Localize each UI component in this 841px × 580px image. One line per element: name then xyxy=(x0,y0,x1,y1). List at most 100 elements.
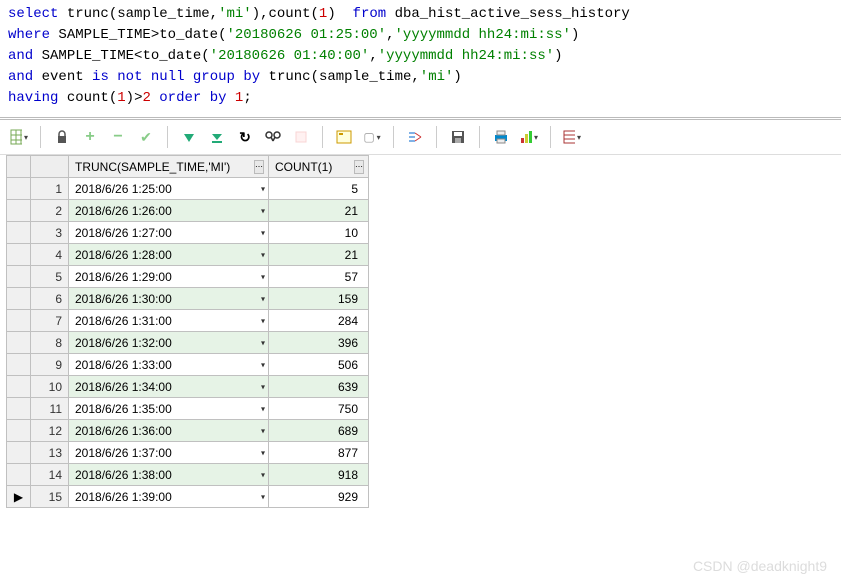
column-menu-icon[interactable]: ⋯ xyxy=(254,160,264,174)
cell-dropdown-icon[interactable]: ▾ xyxy=(261,492,265,501)
table-row[interactable]: 92018/6/26 1:33:00▾506 xyxy=(7,354,369,376)
sql-editor[interactable]: select trunc(sample_time,'mi'),count(1) … xyxy=(0,0,841,113)
row-number: 3 xyxy=(31,222,69,244)
row-indicator xyxy=(7,266,31,288)
cell-count[interactable]: 506 xyxy=(269,354,369,376)
cell-dropdown-icon[interactable]: ▾ xyxy=(261,184,265,193)
post-edit-icon[interactable]: ✔ xyxy=(137,128,155,146)
cell-dropdown-icon[interactable]: ▾ xyxy=(261,272,265,281)
cell-count[interactable]: 21 xyxy=(269,200,369,222)
save-icon[interactable] xyxy=(449,128,467,146)
row-indicator xyxy=(7,200,31,222)
cell-time[interactable]: 2018/6/26 1:27:00▾ xyxy=(69,222,269,244)
results-toolbar: ▾ + − ✔ ↻ ▢▾ ▾ ▾ xyxy=(0,122,841,155)
grid-body: 12018/6/26 1:25:00▾522018/6/26 1:26:00▾2… xyxy=(7,178,369,508)
cell-time[interactable]: 2018/6/26 1:33:00▾ xyxy=(69,354,269,376)
cell-time[interactable]: 2018/6/26 1:30:00▾ xyxy=(69,288,269,310)
cell-time[interactable]: 2018/6/26 1:37:00▾ xyxy=(69,442,269,464)
row-indicator xyxy=(7,354,31,376)
cell-count[interactable]: 57 xyxy=(269,266,369,288)
table-row[interactable]: 132018/6/26 1:37:00▾877 xyxy=(7,442,369,464)
table-row[interactable]: 82018/6/26 1:32:00▾396 xyxy=(7,332,369,354)
table-row[interactable]: 122018/6/26 1:36:00▾689 xyxy=(7,420,369,442)
table-row[interactable]: 72018/6/26 1:31:00▾284 xyxy=(7,310,369,332)
table-row[interactable]: 62018/6/26 1:30:00▾159 xyxy=(7,288,369,310)
table-row[interactable]: 42018/6/26 1:28:00▾21 xyxy=(7,244,369,266)
export-icon[interactable]: ▾ xyxy=(563,128,581,146)
cell-time[interactable]: 2018/6/26 1:34:00▾ xyxy=(69,376,269,398)
row-indicator xyxy=(7,442,31,464)
table-row[interactable]: 22018/6/26 1:26:00▾21 xyxy=(7,200,369,222)
clear-filter-icon[interactable] xyxy=(292,128,310,146)
table-row[interactable]: ▶152018/6/26 1:39:00▾929 xyxy=(7,486,369,508)
cell-count[interactable]: 396 xyxy=(269,332,369,354)
row-number: 14 xyxy=(31,464,69,486)
column-header-count[interactable]: COUNT(1) ⋯ xyxy=(269,156,369,178)
table-row[interactable]: 32018/6/26 1:27:00▾10 xyxy=(7,222,369,244)
cell-count[interactable]: 21 xyxy=(269,244,369,266)
table-row[interactable]: 102018/6/26 1:34:00▾639 xyxy=(7,376,369,398)
cell-dropdown-icon[interactable]: ▾ xyxy=(261,228,265,237)
table-row[interactable]: 52018/6/26 1:29:00▾57 xyxy=(7,266,369,288)
row-number: 13 xyxy=(31,442,69,464)
cell-count[interactable]: 918 xyxy=(269,464,369,486)
column-menu-icon[interactable]: ⋯ xyxy=(354,160,364,174)
cell-dropdown-icon[interactable]: ▾ xyxy=(261,338,265,347)
cell-time[interactable]: 2018/6/26 1:38:00▾ xyxy=(69,464,269,486)
cell-dropdown-icon[interactable]: ▾ xyxy=(261,206,265,215)
cell-count[interactable]: 689 xyxy=(269,420,369,442)
chart-icon[interactable]: ▾ xyxy=(520,128,538,146)
cell-dropdown-icon[interactable]: ▾ xyxy=(261,404,265,413)
row-indicator xyxy=(7,398,31,420)
grid-corner xyxy=(7,156,31,178)
cell-time[interactable]: 2018/6/26 1:31:00▾ xyxy=(69,310,269,332)
row-number: 6 xyxy=(31,288,69,310)
cell-count[interactable]: 877 xyxy=(269,442,369,464)
add-row-icon[interactable]: + xyxy=(81,128,99,146)
cell-time[interactable]: 2018/6/26 1:28:00▾ xyxy=(69,244,269,266)
cell-dropdown-icon[interactable]: ▾ xyxy=(261,448,265,457)
row-number: 9 xyxy=(31,354,69,376)
table-row[interactable]: 12018/6/26 1:25:00▾5 xyxy=(7,178,369,200)
table-row[interactable]: 142018/6/26 1:38:00▾918 xyxy=(7,464,369,486)
grid-options-icon[interactable]: ▾ xyxy=(10,128,28,146)
cell-count[interactable]: 10 xyxy=(269,222,369,244)
cell-dropdown-icon[interactable]: ▾ xyxy=(261,470,265,479)
cell-count[interactable]: 5 xyxy=(269,178,369,200)
column-header-trunc[interactable]: TRUNC(SAMPLE_TIME,'MI') ⋯ xyxy=(69,156,269,178)
popup-icon[interactable]: ▢▾ xyxy=(363,128,381,146)
cell-dropdown-icon[interactable]: ▾ xyxy=(261,360,265,369)
cell-time[interactable]: 2018/6/26 1:36:00▾ xyxy=(69,420,269,442)
cell-time[interactable]: 2018/6/26 1:29:00▾ xyxy=(69,266,269,288)
cell-dropdown-icon[interactable]: ▾ xyxy=(261,294,265,303)
cell-time[interactable]: 2018/6/26 1:39:00▾ xyxy=(69,486,269,508)
cell-time[interactable]: 2018/6/26 1:32:00▾ xyxy=(69,332,269,354)
cell-count[interactable]: 639 xyxy=(269,376,369,398)
link-icon[interactable] xyxy=(406,128,424,146)
cell-time[interactable]: 2018/6/26 1:26:00▾ xyxy=(69,200,269,222)
single-record-icon[interactable] xyxy=(335,128,353,146)
delete-row-icon[interactable]: − xyxy=(109,128,127,146)
row-number: 15 xyxy=(31,486,69,508)
cell-count[interactable]: 284 xyxy=(269,310,369,332)
cell-count[interactable]: 750 xyxy=(269,398,369,420)
row-number: 8 xyxy=(31,332,69,354)
find-icon[interactable] xyxy=(264,128,282,146)
cell-time[interactable]: 2018/6/26 1:25:00▾ xyxy=(69,178,269,200)
cell-dropdown-icon[interactable]: ▾ xyxy=(261,382,265,391)
lock-icon[interactable] xyxy=(53,128,71,146)
row-indicator xyxy=(7,244,31,266)
cell-dropdown-icon[interactable]: ▾ xyxy=(261,426,265,435)
fetch-next-icon[interactable] xyxy=(180,128,198,146)
table-row[interactable]: 112018/6/26 1:35:00▾750 xyxy=(7,398,369,420)
cell-count[interactable]: 159 xyxy=(269,288,369,310)
results-grid[interactable]: TRUNC(SAMPLE_TIME,'MI') ⋯ COUNT(1) ⋯ 120… xyxy=(6,155,369,508)
row-indicator xyxy=(7,464,31,486)
print-icon[interactable] xyxy=(492,128,510,146)
cell-dropdown-icon[interactable]: ▾ xyxy=(261,316,265,325)
cell-count[interactable]: 929 xyxy=(269,486,369,508)
fetch-all-icon[interactable] xyxy=(208,128,226,146)
cell-dropdown-icon[interactable]: ▾ xyxy=(261,250,265,259)
refresh-icon[interactable]: ↻ xyxy=(236,128,254,146)
cell-time[interactable]: 2018/6/26 1:35:00▾ xyxy=(69,398,269,420)
